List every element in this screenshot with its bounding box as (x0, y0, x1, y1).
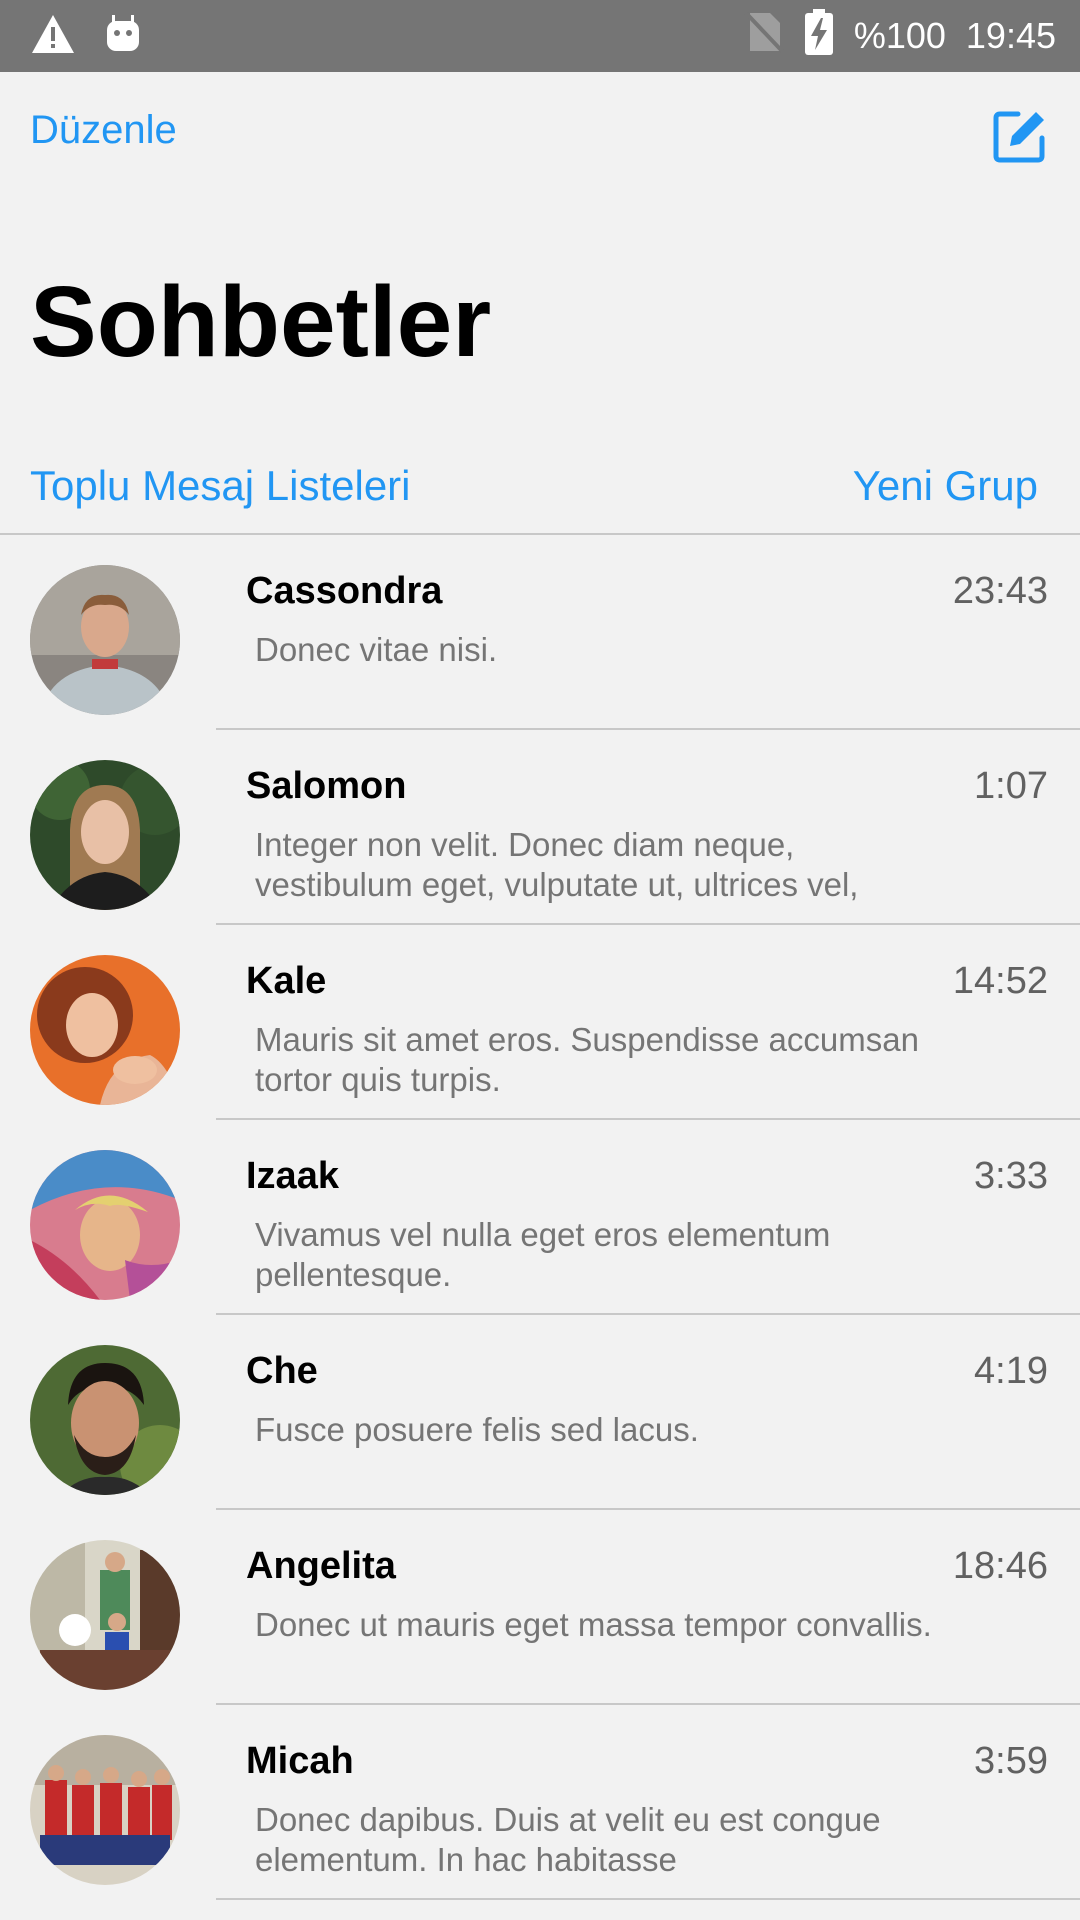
chat-preview: Donec ut mauris eget massa tempor conval… (255, 1606, 932, 1643)
page-title: Sohbetler (30, 266, 492, 378)
chat-name: Che (246, 1350, 318, 1392)
battery-charging-icon (804, 8, 834, 64)
compose-icon (993, 111, 1045, 163)
chat-name: Salomon (246, 765, 407, 807)
chat-time: 23:43 (952, 570, 1048, 612)
chat-time: 14:52 (952, 960, 1048, 1002)
chat-preview: Integer non velit. Donec diam neque, ves… (255, 826, 859, 903)
chats-screen: Düzenle Sohbetler Toplu Mesaj Listeleri … (0, 72, 1080, 1920)
chat-row-salomon[interactable]: Salomon 1:07 Integer non velit. Donec di… (0, 730, 1080, 925)
chat-name: Micah (246, 1740, 354, 1782)
broadcast-lists-button[interactable]: Toplu Mesaj Listeleri (30, 462, 411, 510)
avatar (30, 1735, 180, 1885)
chat-row-izaak[interactable]: Izaak 3:33 Vivamus vel nulla eget eros e… (0, 1120, 1080, 1315)
avatar (30, 760, 180, 910)
avatar (30, 1150, 180, 1300)
warning-icon (30, 13, 76, 60)
chat-preview: Donec vitae nisi. (255, 631, 498, 668)
no-sim-icon (744, 11, 784, 62)
avatar (30, 955, 180, 1105)
status-right: %100 19:45 (744, 0, 1056, 72)
chat-preview: Vivamus vel nulla eget eros elementum pe… (255, 1216, 831, 1293)
chat-preview: Donec dapibus. Duis at velit eu est cong… (255, 1801, 881, 1878)
chat-time: 3:33 (974, 1155, 1048, 1197)
chat-row-kale[interactable]: Kale 14:52 Mauris sit amet eros. Suspend… (0, 925, 1080, 1120)
clock: 19:45 (965, 15, 1056, 56)
chat-name: Angelita (246, 1545, 396, 1587)
chat-row-che[interactable]: Che 4:19 Fusce posuere felis sed lacus. (0, 1315, 1080, 1510)
avatar (30, 1345, 180, 1495)
edit-button[interactable]: Düzenle (30, 108, 177, 153)
chat-preview: Fusce posuere felis sed lacus. (255, 1411, 699, 1448)
chat-name: Izaak (246, 1155, 339, 1197)
chat-time: 1:07 (974, 765, 1048, 807)
chat-list: Cassondra 23:43 Donec vitae nisi. Salomo… (0, 535, 1080, 1900)
chat-preview: Mauris sit amet eros. Suspendisse accums… (255, 1021, 919, 1098)
android-icon (104, 14, 142, 59)
avatar (30, 565, 180, 715)
chat-time: 3:59 (974, 1740, 1048, 1782)
chat-name: Kale (246, 960, 327, 1002)
chat-time: 18:46 (952, 1545, 1048, 1587)
new-group-button[interactable]: Yeni Grup (853, 462, 1038, 510)
chat-row-cassondra[interactable]: Cassondra 23:43 Donec vitae nisi. (0, 535, 1080, 730)
chat-row-angelita[interactable]: Angelita 18:46 Donec ut mauris eget mass… (0, 1510, 1080, 1705)
chat-time: 4:19 (974, 1350, 1048, 1392)
compose-button[interactable] (992, 108, 1048, 164)
chat-row-micah[interactable]: Micah 3:59 Donec dapibus. Duis at velit … (0, 1705, 1080, 1900)
battery-level: %100 (853, 15, 946, 56)
chat-name: Cassondra (246, 570, 443, 612)
status-left (30, 12, 142, 60)
status-bar: %100 19:45 (0, 0, 1080, 72)
avatar (30, 1540, 180, 1690)
